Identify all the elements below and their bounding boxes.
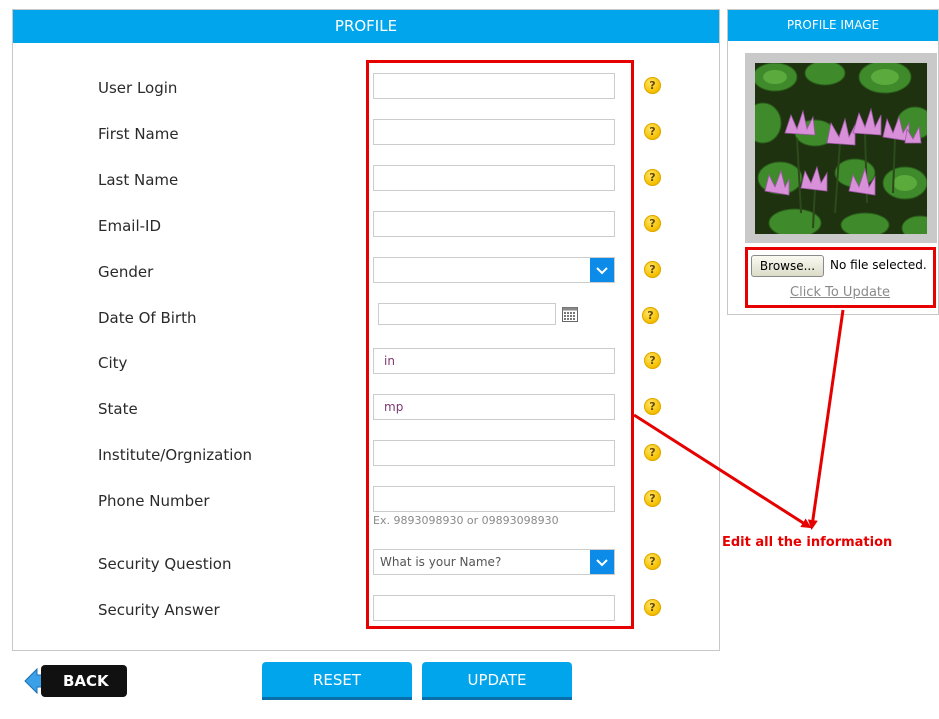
annotation-arrows	[633, 309, 845, 530]
update-button[interactable]: UPDATE	[422, 662, 572, 700]
arrow-from-fields	[633, 413, 812, 529]
back-button[interactable]: BACK	[41, 665, 127, 697]
arrow-from-upload	[807, 309, 845, 530]
reset-button[interactable]: RESET	[262, 662, 412, 700]
annotation-text: Edit all the information	[722, 535, 893, 550]
